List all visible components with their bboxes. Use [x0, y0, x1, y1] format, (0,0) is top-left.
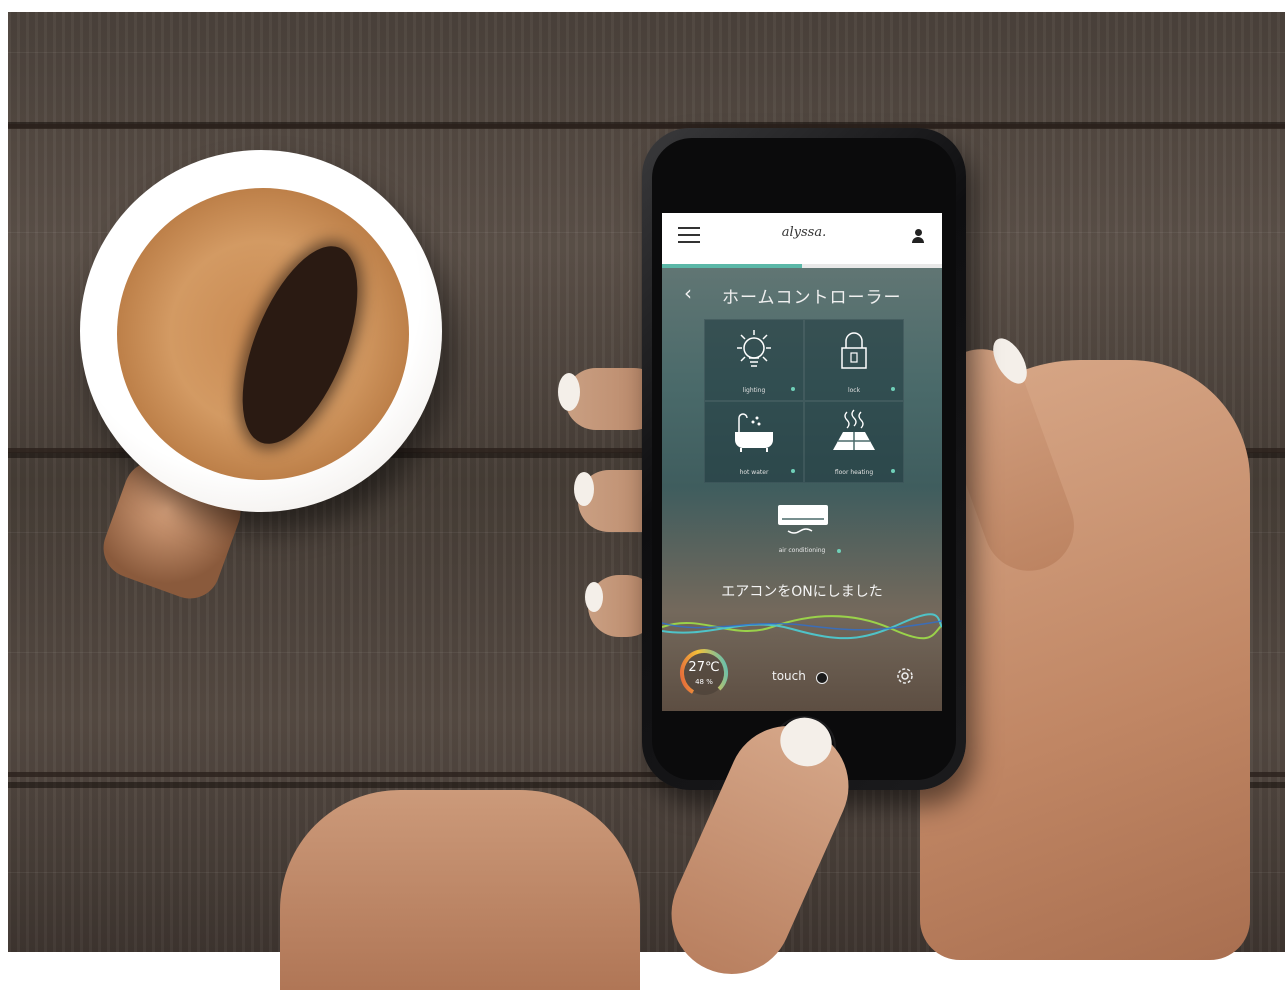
phone-screen: alyssa. ‹ ホームコントローラー lighting lock hot w… [662, 213, 942, 711]
status-dot [791, 387, 795, 391]
air-conditioner-icon [778, 505, 828, 534]
touch-icon[interactable] [816, 672, 828, 684]
tile-hot-water[interactable]: hot water [704, 401, 804, 483]
wood-grain [8, 52, 1285, 53]
status-dot [837, 549, 841, 553]
tile-label: lock [847, 387, 861, 394]
plank-seam [8, 124, 1285, 129]
progress-bar [662, 264, 942, 268]
bathtub-icon [735, 413, 773, 452]
tile-air-conditioning[interactable]: air conditioning [762, 495, 842, 563]
status-dot [891, 387, 895, 391]
touch-label[interactable]: touch [772, 669, 806, 683]
tile-floor-heating[interactable]: floor heating [804, 401, 904, 483]
page-header: ‹ ホームコントローラー [662, 279, 942, 309]
tile-label: lighting [742, 387, 766, 394]
back-chevron-icon[interactable]: ‹ [684, 281, 692, 305]
status-dot [791, 469, 795, 473]
settings-gear-icon[interactable] [894, 665, 916, 687]
app-bar: alyssa. [662, 213, 942, 264]
app-logo: alyssa. [781, 225, 827, 240]
left-hand [280, 790, 640, 990]
finger-nail [585, 582, 603, 612]
tile-label: hot water [739, 469, 769, 476]
bulb-icon [737, 330, 771, 367]
page-title: ホームコントローラー [722, 288, 902, 308]
hamburger-menu-icon[interactable] [678, 227, 700, 243]
finger-nail [558, 373, 580, 411]
humidity-value: 48 % [695, 678, 713, 686]
status-message: エアコンをONにしました [721, 584, 883, 600]
tile-label: floor heating [834, 469, 874, 476]
finger-nail [574, 472, 594, 506]
tile-lighting[interactable]: lighting [704, 319, 804, 401]
voice-waveform [662, 613, 942, 640]
tile-label: air conditioning [778, 547, 826, 554]
temperature-value: 27℃ [688, 660, 720, 675]
tile-lock[interactable]: lock [804, 319, 904, 401]
status-dot [891, 469, 895, 473]
user-icon[interactable] [912, 229, 924, 243]
progress-fill [662, 264, 802, 268]
floor-heating-icon [833, 409, 875, 450]
temperature-gauge[interactable]: 27℃ 48 % [678, 647, 730, 699]
lock-icon [841, 332, 867, 369]
